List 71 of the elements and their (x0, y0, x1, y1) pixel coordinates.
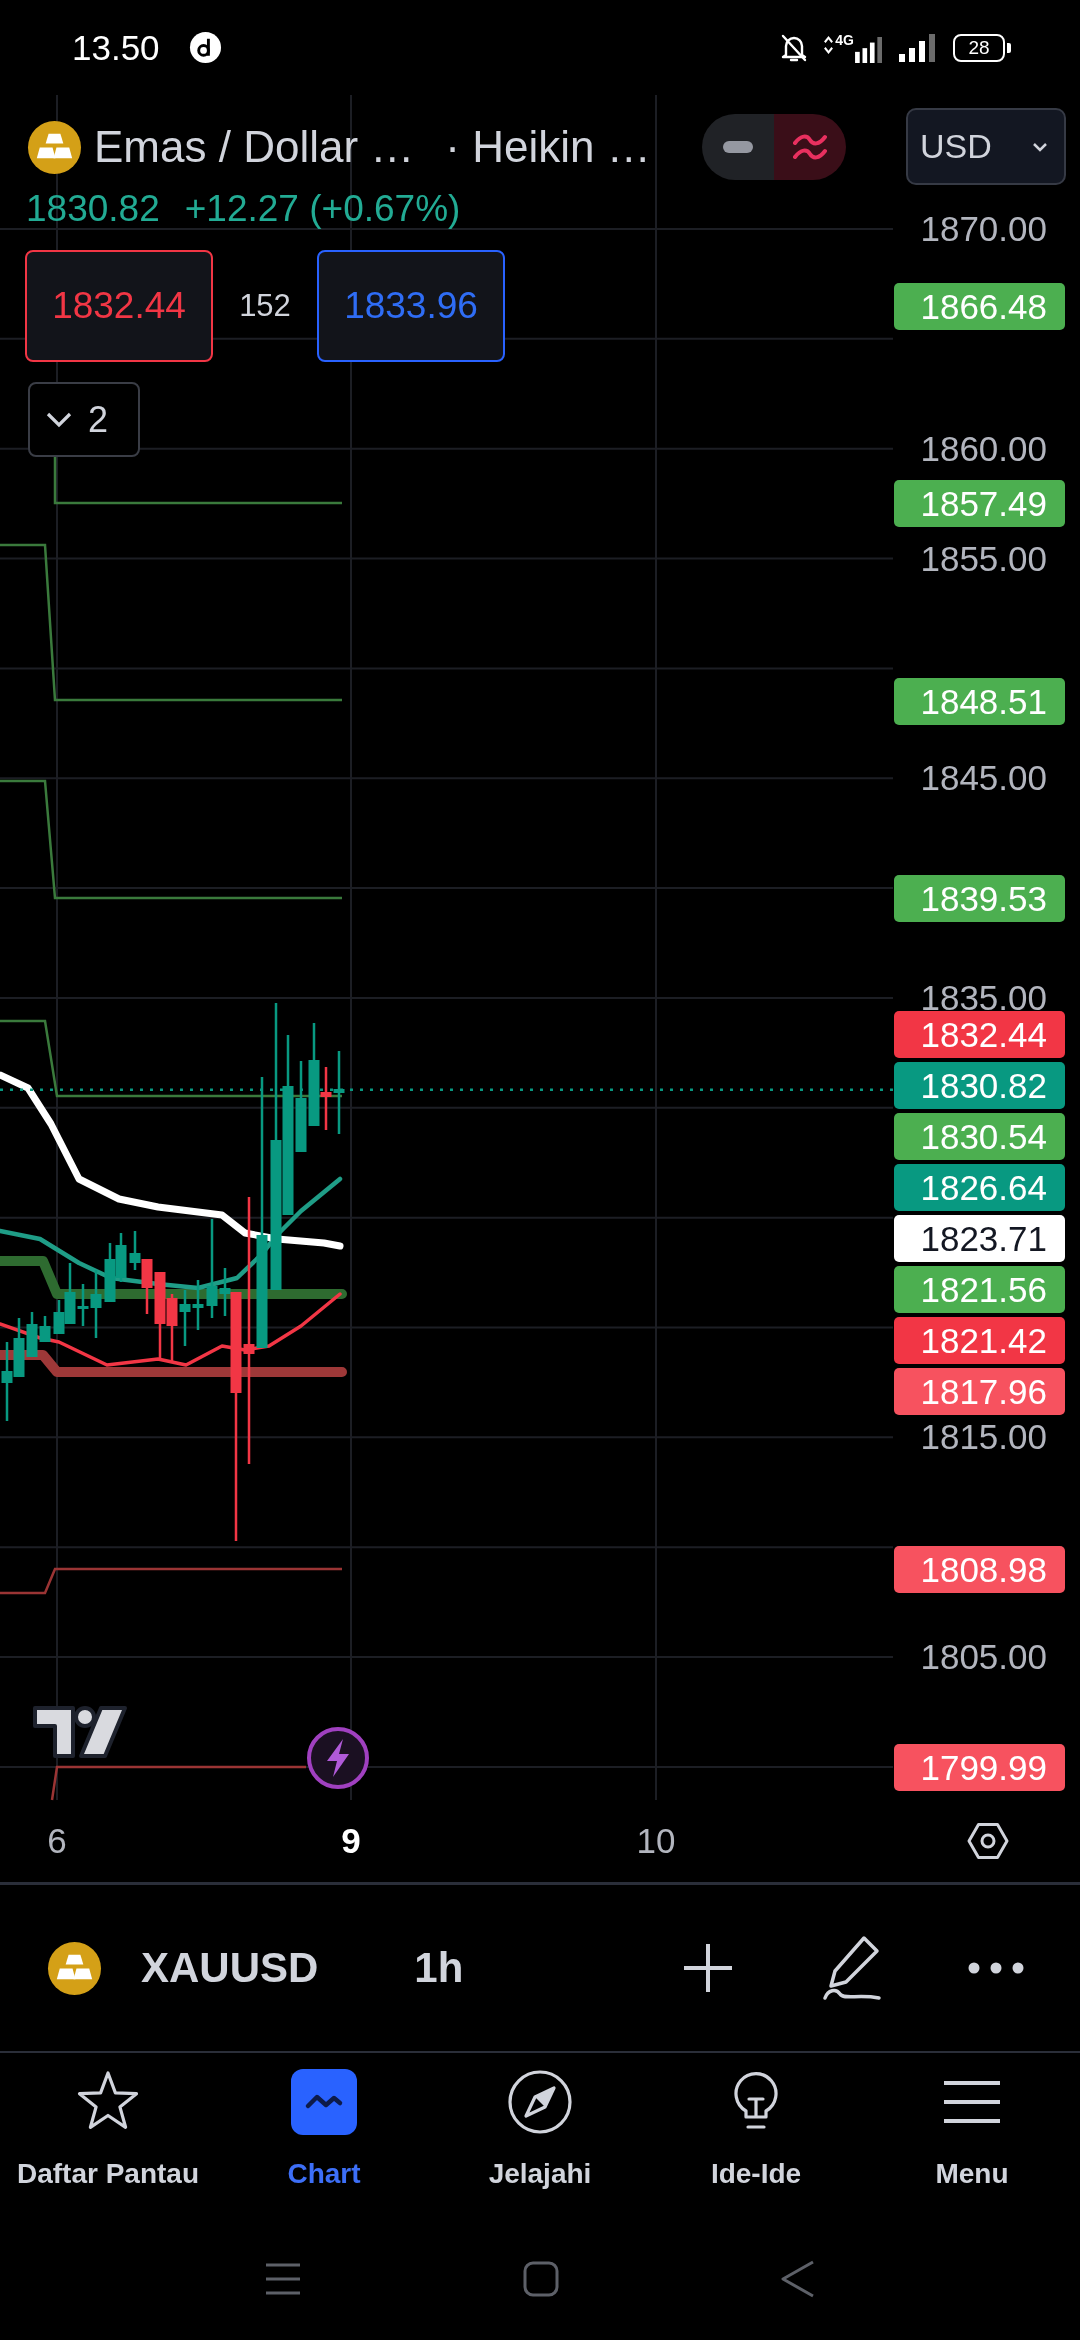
nav-tab[interactable]: Daftar Pantau (0, 2053, 216, 2218)
symbol-button[interactable]: XAUUSD (141, 1943, 319, 1993)
chevron-down-icon (46, 411, 72, 428)
ingots-icon (27, 119, 82, 175)
price-label: 1830.54 (894, 1113, 1065, 1161)
candlestick (129, 1231, 141, 1270)
price-axis-label: 1805.00 (920, 1637, 1047, 1678)
currency-dropdown[interactable]: USD (906, 108, 1066, 185)
price-axis-label: 1845.00 (920, 758, 1047, 799)
price-label: 1821.42 (894, 1317, 1065, 1365)
price-change: +12.27 (+0.67%) (184, 187, 461, 231)
home-icon[interactable] (523, 2261, 559, 2297)
chart-icon (291, 2069, 357, 2135)
price-label: 1839.53 (894, 874, 1065, 922)
nav-tab[interactable]: Menu (864, 2053, 1080, 2218)
wave-icon (793, 134, 827, 160)
price-axis-label: 1855.00 (920, 538, 1047, 579)
candlestick (104, 1243, 116, 1302)
price-axis-label: 1870.00 (920, 209, 1047, 249)
price-label: 1808.98 (894, 1546, 1065, 1594)
ingots-icon (47, 1940, 102, 1996)
price-label: 1848.51 (894, 677, 1065, 725)
signal-icon (899, 33, 937, 62)
candlestick (166, 1294, 178, 1361)
bell-muted-icon (781, 32, 808, 63)
lightning-icon[interactable] (306, 1726, 370, 1790)
chart-type-label: · Heikin … (445, 121, 651, 173)
network-type: 4G (835, 32, 854, 47)
clock-time: 13.50 (72, 27, 160, 68)
nav-tab[interactable]: Ide-Ide (648, 2053, 864, 2218)
more-icon (968, 1962, 1024, 1974)
interval-button[interactable]: 1h (414, 1943, 464, 1993)
nav-tab[interactable]: Chart (216, 2053, 432, 2218)
buy-price-button[interactable]: 1833.96 (317, 250, 505, 362)
price-label: 1826.64 (894, 1164, 1065, 1212)
price-label: 1817.96 (894, 1368, 1065, 1416)
price-label: 1866.48 (894, 282, 1065, 330)
price-label: 1799.99 (894, 1743, 1065, 1791)
candlestick (115, 1233, 127, 1282)
app-notification-icon (188, 31, 222, 64)
candlestick (13, 1318, 25, 1377)
time-axis-label: 6 (47, 1821, 67, 1861)
price-label: 1830.82 (894, 1062, 1065, 1110)
signal-icon (855, 36, 883, 63)
time-axis-label: 10 (636, 1821, 676, 1861)
battery-percentage: 28 (953, 33, 1005, 62)
data-transfer-icon (823, 34, 835, 55)
price-axis-label: 1860.00 (920, 428, 1047, 469)
chevron-down-icon (1032, 141, 1048, 152)
nav-tab[interactable]: Jelajahi (432, 2053, 648, 2218)
last-price: 1830.82 (26, 187, 160, 231)
price-label: 1857.49 (894, 480, 1065, 528)
wave-button[interactable] (774, 114, 846, 180)
candlestick (179, 1290, 191, 1346)
price-label: 1832.44 (894, 1011, 1065, 1059)
price-label: 1821.56 (894, 1266, 1065, 1314)
price-axis-label: 1815.00 (920, 1417, 1047, 1458)
dash-button[interactable] (702, 114, 774, 180)
sell-price-button[interactable]: 1832.44 (25, 250, 213, 362)
time-axis-label: 9 (341, 1821, 361, 1861)
compass-icon (507, 2069, 573, 2135)
symbol-title: Emas / Dollar … (94, 121, 415, 173)
candlestick (192, 1280, 204, 1330)
pencil-icon (822, 1934, 882, 2002)
collapse-button[interactable]: 2 (28, 382, 140, 457)
dash-icon (723, 141, 753, 153)
recent-apps-icon[interactable] (264, 2262, 302, 2296)
spread-value: 152 (238, 288, 292, 324)
back-icon[interactable] (780, 2259, 816, 2299)
price-label: 1823.71 (894, 1215, 1065, 1263)
plus-icon (682, 1942, 734, 1994)
